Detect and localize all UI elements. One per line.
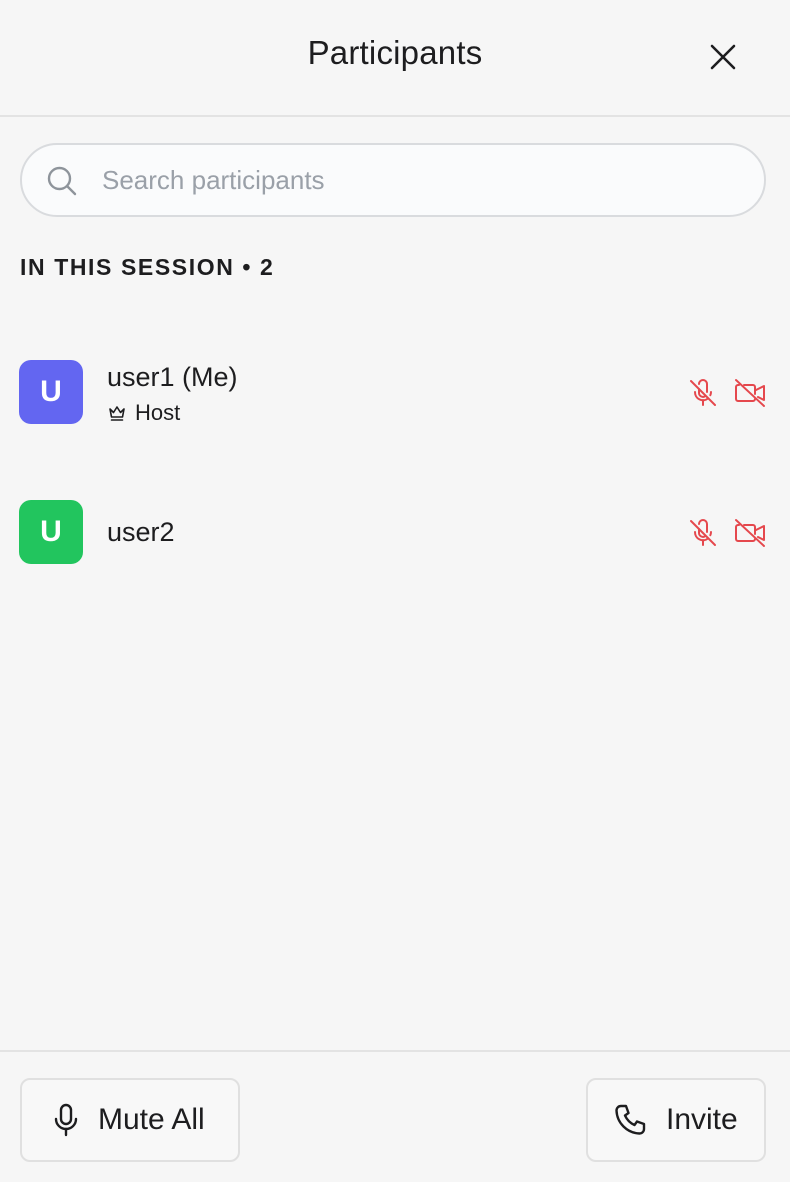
mute-all-button[interactable]: Mute All: [20, 1078, 240, 1162]
panel-footer: Mute All Invite: [0, 1050, 790, 1182]
invite-button[interactable]: Invite: [586, 1078, 766, 1162]
role-label: Host: [135, 400, 181, 425]
avatar: U: [19, 500, 83, 564]
participant-name: user2: [107, 517, 175, 547]
close-icon: [710, 44, 736, 70]
participant-role: Host: [107, 400, 180, 426]
crown-icon: [109, 406, 125, 421]
avatar: U: [19, 360, 83, 424]
video-off-icon: [733, 516, 767, 550]
mute-all-label: Mute All: [98, 1103, 205, 1136]
invite-label: Invite: [666, 1103, 738, 1136]
search-input[interactable]: [102, 145, 742, 215]
phone-icon: [615, 1104, 646, 1135]
mic-off-icon: [686, 376, 720, 410]
panel-title: Participants: [307, 34, 483, 71]
participant-row[interactable]: U user1 (Me) Host: [0, 346, 790, 436]
video-off-icon: [733, 376, 767, 410]
panel-header: Participants: [0, 0, 790, 117]
search-icon: [47, 166, 77, 196]
search-box: [20, 143, 766, 217]
close-button[interactable]: [700, 34, 746, 80]
participant-row[interactable]: U user2: [0, 486, 790, 576]
participant-name: user1 (Me): [107, 362, 238, 392]
session-count-label: IN THIS SESSION • 2: [20, 254, 275, 280]
participants-panel: Participants IN THIS SESSION • 2 U user1…: [0, 0, 790, 1182]
mic-off-icon: [686, 516, 720, 550]
mic-icon: [54, 1103, 78, 1137]
